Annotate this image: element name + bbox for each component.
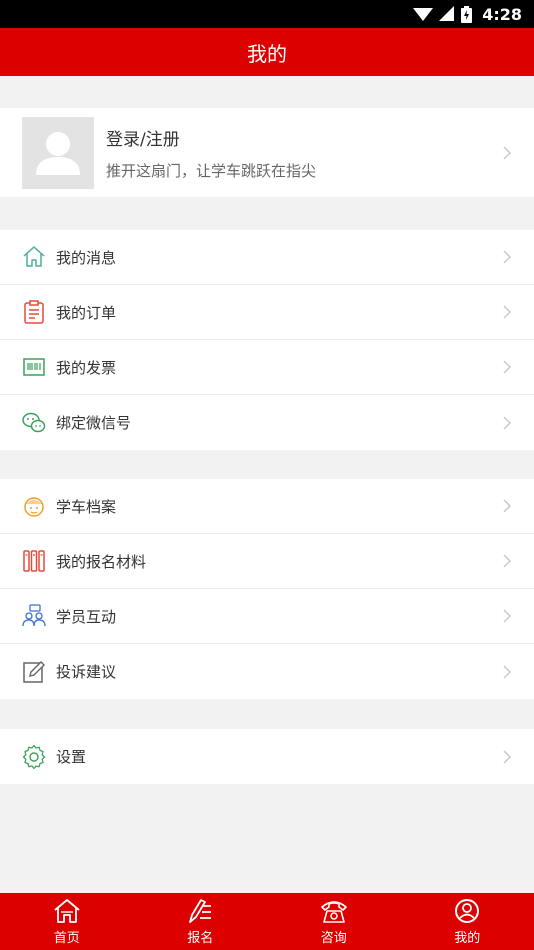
menu-item-feedback[interactable]: 投诉建议	[0, 644, 534, 699]
chevron-right-icon	[503, 305, 512, 319]
login-register-link[interactable]: 登录/注册	[106, 125, 316, 150]
menu-group-1: 我的消息 我的订单 我的发票 绑定微信号	[0, 230, 534, 450]
wechat-icon	[22, 411, 46, 435]
student-avatar-icon	[22, 494, 46, 518]
signup-pen-icon	[189, 899, 212, 923]
invoice-icon	[22, 355, 46, 379]
menu-item-label: 设置	[56, 748, 87, 766]
menu-item-label: 学员互动	[56, 607, 117, 626]
tab-label: 报名	[187, 931, 214, 946]
user-circle-icon	[455, 899, 480, 923]
menu-item-label: 我的报名材料	[56, 552, 147, 571]
clipboard-icon	[22, 300, 46, 324]
chevron-right-icon	[503, 554, 512, 568]
battery-icon	[461, 5, 473, 23]
chevron-right-icon	[503, 415, 512, 430]
menu-item-label: 绑定微信号	[56, 414, 132, 432]
chat-group-icon	[22, 604, 46, 628]
menu-item-orders[interactable]: 我的订单	[0, 285, 534, 340]
bottom-tab-bar: 首页 报名 咨询 我的	[0, 893, 534, 950]
profile-card[interactable]: 登录/注册 推开这扇门，让学车跳跃在指尖	[0, 108, 534, 197]
menu-item-settings[interactable]: 设置	[0, 729, 534, 784]
cellular-signal-icon	[439, 6, 455, 21]
home-outline-icon	[22, 245, 46, 269]
tab-consult[interactable]: 咨询	[267, 893, 401, 950]
tab-label: 咨询	[320, 931, 347, 946]
menu-group-3: 设置	[0, 729, 534, 784]
chevron-right-icon	[503, 664, 512, 679]
menu-item-bind-wechat[interactable]: 绑定微信号	[0, 395, 534, 450]
tab-label: 我的	[454, 931, 481, 946]
tab-mine[interactable]: 我的	[401, 893, 534, 950]
menu-item-learning-record[interactable]: 学车档案	[0, 479, 534, 534]
home-icon	[54, 899, 80, 923]
title-bar: 我的	[0, 28, 534, 76]
menu-item-messages[interactable]: 我的消息	[0, 230, 534, 285]
menu-item-label: 我的消息	[56, 248, 117, 267]
chevron-right-icon	[503, 609, 512, 623]
wifi-icon	[413, 8, 434, 21]
menu-item-label: 我的发票	[56, 358, 117, 377]
chevron-right-icon	[503, 250, 512, 264]
default-avatar-icon	[36, 131, 80, 175]
status-time: 4:28	[482, 4, 522, 24]
menu-item-student-interaction[interactable]: 学员互动	[0, 589, 534, 644]
menu-item-label: 投诉建议	[56, 663, 117, 681]
profile-subtitle: 推开这扇门，让学车跳跃在指尖	[106, 161, 317, 180]
gear-icon	[22, 744, 46, 769]
page-title: 我的	[247, 41, 287, 66]
menu-group-2: 学车档案 我的报名材料 学员互动 投诉建议	[0, 479, 534, 699]
menu-item-label: 学车档案	[56, 497, 117, 516]
menu-item-registration-materials[interactable]: 我的报名材料	[0, 534, 534, 589]
status-bar: 4:28	[0, 0, 534, 28]
edit-note-icon	[22, 660, 46, 684]
chevron-right-icon	[503, 360, 512, 374]
tab-home[interactable]: 首页	[0, 893, 134, 950]
tab-signup[interactable]: 报名	[134, 893, 268, 950]
tab-label: 首页	[53, 931, 80, 946]
menu-item-label: 我的订单	[56, 303, 117, 322]
menu-item-invoices[interactable]: 我的发票	[0, 340, 534, 395]
telephone-icon	[320, 901, 347, 923]
binders-icon	[22, 549, 46, 573]
chevron-right-icon	[503, 749, 512, 764]
avatar	[22, 116, 94, 189]
chevron-right-icon	[503, 145, 512, 160]
chevron-right-icon	[503, 499, 512, 513]
